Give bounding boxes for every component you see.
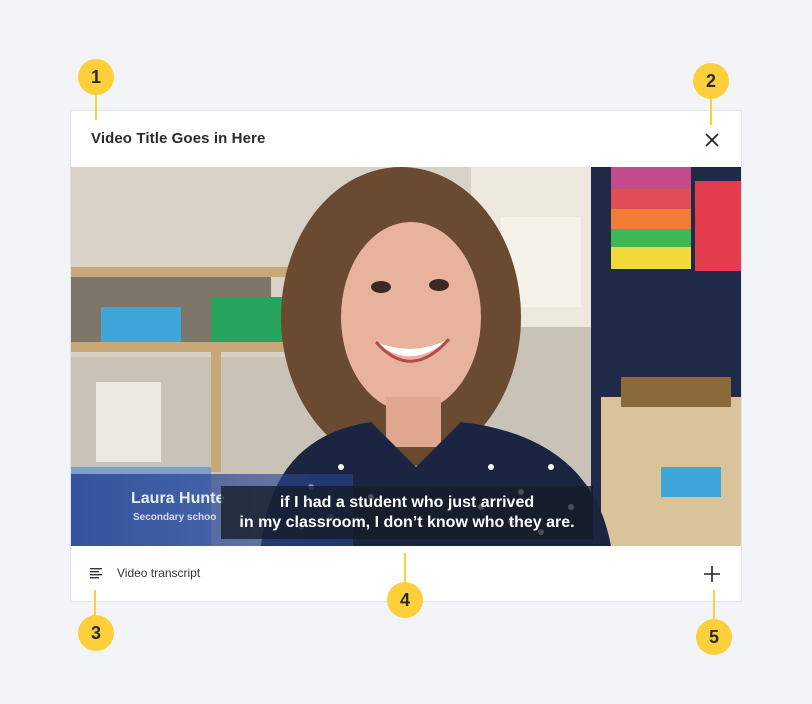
marker-1: 1 <box>78 59 114 95</box>
video-modal: Video Title Goes in Here Laura Hunte Sec… <box>70 110 742 602</box>
text-lines-icon <box>90 568 102 579</box>
marker-4-line <box>404 553 406 585</box>
marker-5: 5 <box>696 619 732 655</box>
marker-4: 4 <box>387 582 423 618</box>
marker-5-line <box>713 590 715 620</box>
close-button[interactable] <box>703 131 721 149</box>
video-player[interactable]: Laura Hunte Secondary schoo if I had a s… <box>71 167 741 546</box>
video-caption: if I had a student who just arrived in m… <box>221 486 593 539</box>
video-transcript-label: Video transcript <box>117 566 201 580</box>
speaker-role: Secondary schoo <box>133 512 217 523</box>
marker-3: 3 <box>78 615 114 651</box>
marker-2-line <box>710 95 712 125</box>
plus-icon <box>704 566 720 582</box>
caption-line-1: if I had a student who just arrived <box>279 494 535 511</box>
caption-line-2: in my classroom, I don’t know who they a… <box>239 514 575 531</box>
modal-title: Video Title Goes in Here <box>91 130 266 147</box>
marker-2: 2 <box>693 63 729 99</box>
video-transcript-button[interactable]: Video transcript <box>89 566 200 580</box>
speaker-name: Laura Hunte <box>131 490 225 507</box>
close-icon <box>705 133 719 147</box>
modal-header: Video Title Goes in Here <box>71 111 741 167</box>
expand-button[interactable] <box>703 565 721 583</box>
